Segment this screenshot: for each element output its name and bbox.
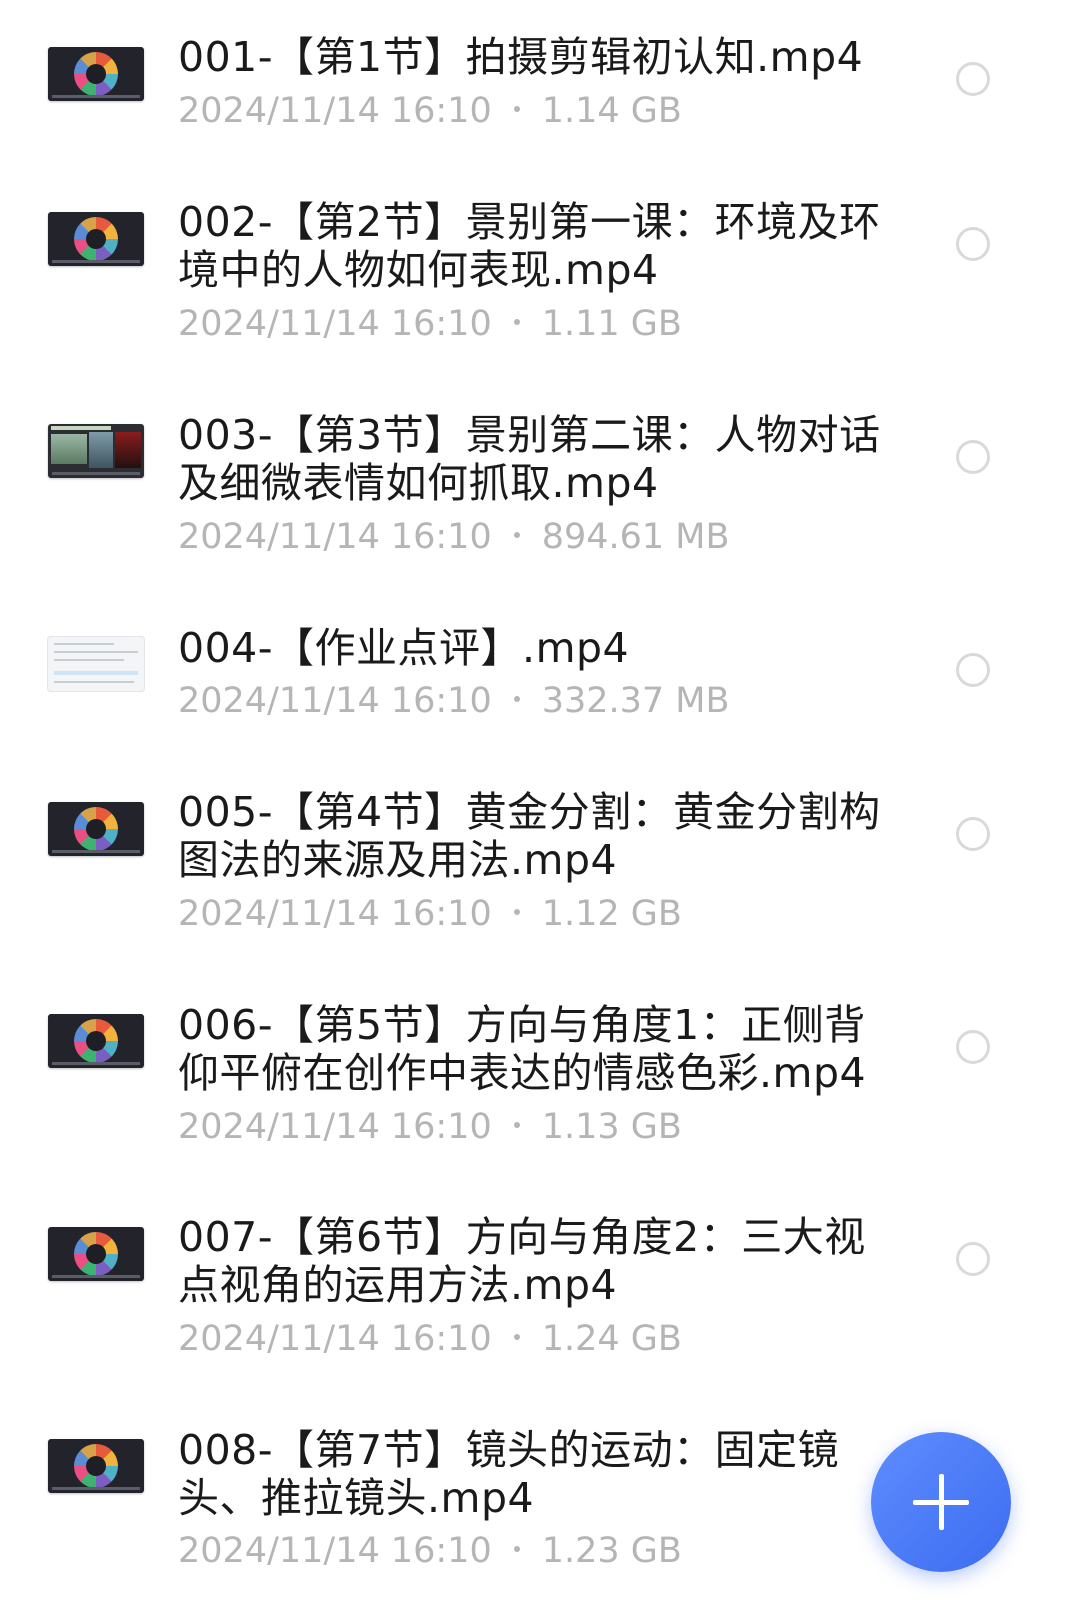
- add-button[interactable]: [871, 1432, 1011, 1572]
- file-meta: 2024/11/14 16:10 1.24 GB: [178, 1319, 682, 1359]
- course-cover-icon: [74, 1232, 118, 1276]
- select-radio[interactable]: [956, 817, 990, 851]
- file-title: 003-【第3节】景别第二课：人物对话及细微表情如何抓取.mp4: [178, 411, 881, 507]
- file-title: 006-【第5节】方向与角度1：正侧背仰平俯在创作中表达的情感色彩.mp4: [178, 1001, 867, 1097]
- video-thumbnail: [48, 637, 144, 691]
- file-meta: 2024/11/14 16:10 894.61 MB: [178, 517, 730, 557]
- video-thumbnail: [48, 212, 144, 266]
- separator-dot: [513, 909, 520, 915]
- course-cover-icon: [74, 217, 118, 261]
- file-title: 002-【第2节】景别第一课：环境及环境中的人物如何表现.mp4: [178, 198, 881, 294]
- separator-dot: [513, 1334, 520, 1340]
- file-date: 2024/11/14 16:10: [178, 1531, 492, 1571]
- file-date: 2024/11/14 16:10: [178, 1319, 492, 1359]
- separator-dot: [513, 319, 520, 325]
- file-title: 004-【作业点评】.mp4: [178, 624, 630, 672]
- select-radio[interactable]: [956, 653, 990, 687]
- file-date: 2024/11/14 16:10: [178, 894, 492, 934]
- file-date: 2024/11/14 16:10: [178, 681, 492, 721]
- select-radio[interactable]: [956, 1242, 990, 1276]
- file-size: 894.61 MB: [541, 517, 730, 557]
- file-size: 1.13 GB: [541, 1107, 682, 1147]
- file-size: 332.37 MB: [541, 681, 730, 721]
- video-thumbnail: [48, 1227, 144, 1281]
- video-thumbnail: [48, 424, 144, 478]
- file-size: 1.11 GB: [541, 304, 682, 344]
- video-thumbnail: [48, 1014, 144, 1068]
- file-meta: 2024/11/14 16:10 332.37 MB: [178, 681, 730, 721]
- separator-dot: [513, 1122, 520, 1128]
- video-thumbnail: [48, 1439, 144, 1493]
- file-meta: 2024/11/14 16:10 1.23 GB: [178, 1531, 682, 1571]
- file-size: 1.24 GB: [541, 1319, 682, 1359]
- file-date: 2024/11/14 16:10: [178, 304, 492, 344]
- select-radio[interactable]: [956, 227, 990, 261]
- select-radio[interactable]: [956, 1030, 990, 1064]
- file-title: 008-【第7节】镜头的运动：固定镜头、推拉镜头.mp4: [178, 1426, 840, 1522]
- separator-dot: [513, 532, 520, 538]
- separator-dot: [513, 1546, 520, 1552]
- select-radio[interactable]: [956, 440, 990, 474]
- video-thumbnail: [48, 802, 144, 856]
- photo-collage-icon: [52, 472, 140, 475]
- course-cover-icon: [74, 807, 118, 851]
- file-date: 2024/11/14 16:10: [178, 517, 492, 557]
- file-title: 005-【第4节】黄金分割：黄金分割构图法的来源及用法.mp4: [178, 788, 881, 884]
- course-cover-icon: [74, 1444, 118, 1488]
- separator-dot: [513, 696, 520, 702]
- file-item[interactable]: 008-【第7节】镜头的运动：固定镜头、推拉镜头.mp4 2024/11/14 …: [0, 0, 1080, 1571]
- file-size: 1.12 GB: [541, 894, 682, 934]
- file-size: 1.23 GB: [541, 1531, 682, 1571]
- file-meta: 2024/11/14 16:10 1.12 GB: [178, 894, 682, 934]
- course-cover-icon: [74, 1019, 118, 1063]
- file-meta: 2024/11/14 16:10 1.13 GB: [178, 1107, 682, 1147]
- document-screen-icon: [54, 643, 114, 645]
- file-title: 007-【第6节】方向与角度2：三大视点视角的运用方法.mp4: [178, 1213, 866, 1309]
- file-date: 2024/11/14 16:10: [178, 1107, 492, 1147]
- file-meta: 2024/11/14 16:10 1.11 GB: [178, 304, 682, 344]
